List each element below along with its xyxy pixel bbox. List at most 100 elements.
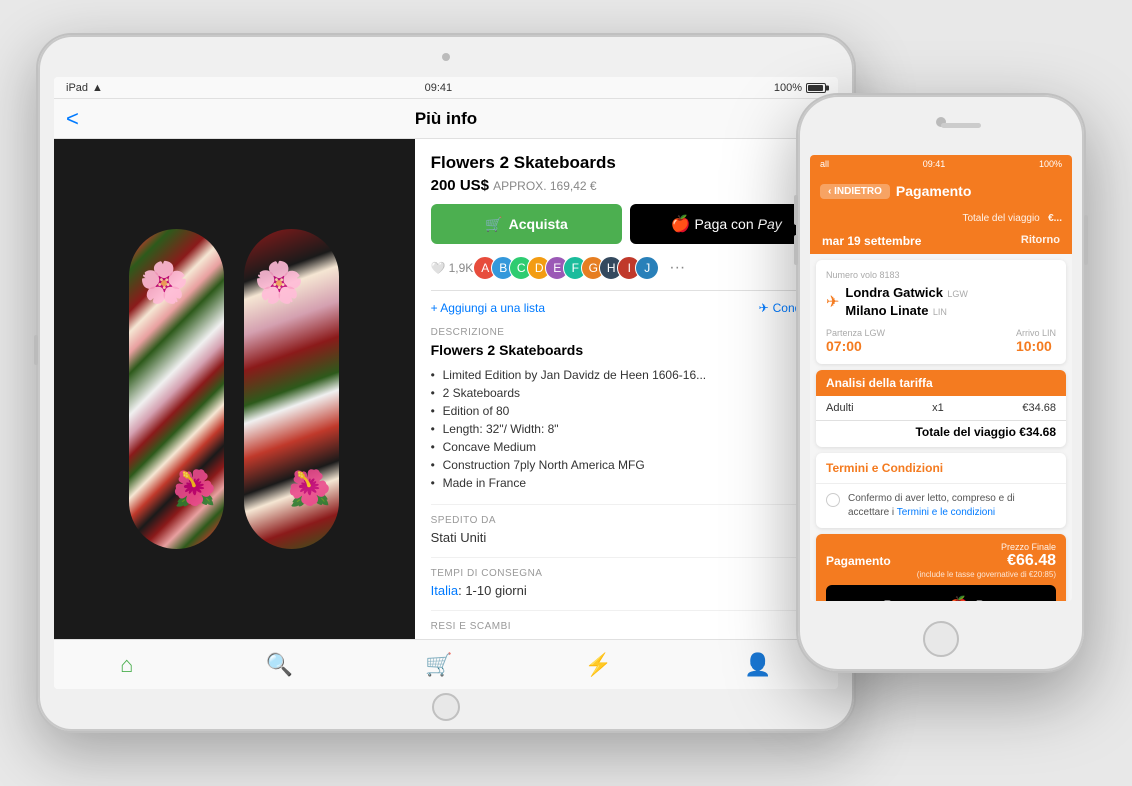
- terms-check-row: Confermo di aver letto, compreso e di ac…: [816, 484, 1066, 528]
- ipad-status-bar: iPad ▲ 09:41 100%: [54, 77, 838, 99]
- from-code: LGW: [947, 289, 968, 299]
- product-price: 200 US$ APPROX. 169,42 €: [431, 177, 822, 194]
- ipad-carrier: iPad: [66, 82, 88, 94]
- product-images-panel: [54, 139, 415, 639]
- flight-date: mar 19 settembre: [822, 234, 921, 248]
- payment-label: Pagamento: [826, 554, 891, 568]
- returns-section: RESI E SCAMBI If for any reason you are …: [431, 610, 822, 639]
- description-title: Flowers 2 Skateboards: [431, 342, 822, 358]
- delivery-country[interactable]: Italia: [431, 583, 458, 598]
- add-to-list-button[interactable]: + Aggiungi a una lista: [431, 301, 545, 315]
- scene: iPad ▲ 09:41 100% < Più info: [16, 13, 1116, 773]
- action-buttons-row: 🛒 Acquista 🍎 Paga con Pay: [431, 204, 822, 244]
- apple-pay-pay-label: Paga con: [883, 597, 942, 601]
- description-section: DESCRIZIONE Flowers 2 Skateboards Limite…: [431, 327, 822, 492]
- tab-home[interactable]: ⌂: [120, 652, 133, 678]
- to-city: Milano Linate LIN: [845, 302, 1056, 320]
- acquista-label: Acquista: [509, 216, 568, 232]
- avatars-group: A B C D E F G H I J: [479, 256, 659, 280]
- iphone-apple-pay-button[interactable]: Paga con 🍎 Pay: [826, 585, 1056, 601]
- tariff-adults-qty: x1: [932, 402, 944, 414]
- back-label: INDIETRO: [834, 186, 882, 197]
- route-text: Londra Gatwick LGW Milano Linate LIN: [845, 284, 1056, 320]
- ipad-camera: [442, 53, 450, 61]
- iphone-home-button[interactable]: [923, 621, 959, 657]
- price-final-label: Prezzo Finale: [917, 542, 1056, 552]
- ipad-status-left: iPad ▲: [66, 82, 103, 94]
- tab-profile[interactable]: 👤: [744, 652, 771, 678]
- iphone-time: 09:41: [923, 159, 946, 169]
- ipad-device: iPad ▲ 09:41 100% < Più info: [36, 33, 856, 733]
- back-button[interactable]: <: [66, 108, 79, 130]
- price-approx: APPROX. 169,42 €: [493, 179, 596, 193]
- ipad-wifi-icon: ▲: [92, 82, 103, 94]
- iphone-status-right: 100%: [1039, 159, 1062, 169]
- delivery-value: Italia: 1-10 giorni: [431, 583, 822, 598]
- apple-pay-brand: Pay: [758, 216, 782, 232]
- iphone-vol-down-button[interactable]: [794, 235, 798, 265]
- flight-times: Partenza LGW 07:00 Arrivo LIN 10:00: [826, 328, 1056, 354]
- avatar-10: J: [635, 256, 659, 280]
- bullet-item-6: Construction 7ply North America MFG: [431, 456, 822, 474]
- share-icon: ✈: [759, 301, 769, 315]
- departure-time: 07:00: [826, 338, 885, 354]
- ipad-nav-bar: < Più info: [54, 99, 838, 139]
- from-city: Londra Gatwick LGW: [845, 284, 1056, 302]
- iphone-carrier: all: [820, 159, 829, 169]
- page-title: Più info: [415, 109, 477, 129]
- arrival-label: Arrivo LIN: [1016, 328, 1056, 338]
- ipad-battery-label: 100%: [774, 82, 802, 94]
- product-title: Flowers 2 Skateboards: [431, 153, 822, 173]
- likes-number: 1,9K: [449, 261, 474, 275]
- bullet-item-7: Made in France: [431, 474, 822, 492]
- social-row: 🤍 1,9K A B C D E F G H I: [431, 256, 822, 291]
- bullet-list: Limited Edition by Jan Davidz de Heen 16…: [431, 366, 822, 492]
- tab-lightning[interactable]: ⚡: [585, 652, 612, 678]
- ipad-home-button[interactable]: [432, 693, 460, 721]
- terms-link[interactable]: Termini e le condizioni: [897, 507, 995, 518]
- skateboard-right: [244, 229, 339, 549]
- bullet-item-1: Limited Edition by Jan Davidz de Heen 16…: [431, 366, 822, 384]
- skateboard-right-image: [244, 229, 339, 549]
- iphone-vol-up-button[interactable]: [794, 195, 798, 225]
- ipad-battery-icon: [806, 83, 826, 93]
- apple-pay-label: Paga con: [694, 216, 753, 232]
- tariff-header: Analisi della tariffa: [816, 370, 1066, 396]
- to-code: LIN: [933, 307, 947, 317]
- more-options[interactable]: ···: [669, 259, 685, 277]
- ipad-status-right: 100%: [774, 82, 826, 94]
- back-arrow-icon: ‹: [828, 186, 831, 197]
- bullet-item-5: Concave Medium: [431, 438, 822, 456]
- acquista-button[interactable]: 🛒 Acquista: [431, 204, 623, 244]
- iphone-status-bar: all 09:41 100%: [810, 155, 1072, 173]
- tab-cart[interactable]: 🛒: [425, 652, 452, 678]
- ipad-side-button[interactable]: [34, 335, 38, 365]
- iphone-battery-label: 100%: [1039, 159, 1062, 169]
- tab-search[interactable]: 🔍: [266, 652, 293, 678]
- iphone-back-button[interactable]: ‹ INDIETRO: [820, 184, 890, 199]
- tariff-section: Analisi della tariffa Adulti x1 €34.68 T…: [816, 370, 1066, 447]
- ipad-screen: iPad ▲ 09:41 100% < Più info: [54, 77, 838, 689]
- tariff-adults-label: Adulti: [826, 402, 854, 414]
- terms-checkbox[interactable]: [826, 493, 840, 507]
- iphone-apple-icon: 🍎: [949, 595, 969, 601]
- iphone-speaker: [941, 123, 981, 128]
- flight-route: ✈ Londra Gatwick LGW Milano Linate LIN: [826, 284, 1056, 320]
- iphone-content: Totale del viaggio €... mar 19 settembre…: [810, 209, 1072, 601]
- terms-header[interactable]: Termini e Condizioni: [816, 453, 1066, 484]
- flight-card: Numero volo 8183 ✈ Londra Gatwick LGW Mi…: [816, 260, 1066, 364]
- returns-label: RESI E SCAMBI: [431, 621, 822, 632]
- tariff-total-row: Totale del viaggio €34.68: [816, 420, 1066, 447]
- departure-block: Partenza LGW 07:00: [826, 328, 885, 354]
- flight-number: Numero volo 8183: [826, 270, 1056, 280]
- payment-footer: Pagamento Prezzo Finale €66.48 (include …: [816, 534, 1066, 601]
- bullet-item-3: Edition of 80: [431, 402, 822, 420]
- tariff-total-label: Totale del viaggio: [915, 425, 1015, 439]
- iphone-power-button[interactable]: [1084, 215, 1088, 265]
- payment-price-block: Prezzo Finale €66.48 (include le tasse g…: [917, 542, 1056, 579]
- arrival-time: 10:00: [1016, 338, 1056, 354]
- skateboard-left-image: [129, 229, 224, 549]
- plane-icon: ✈: [826, 292, 839, 312]
- tariff-total-price: €34.68: [1019, 425, 1056, 439]
- payment-tax-note: (include le tasse governative di €20:85): [917, 570, 1056, 579]
